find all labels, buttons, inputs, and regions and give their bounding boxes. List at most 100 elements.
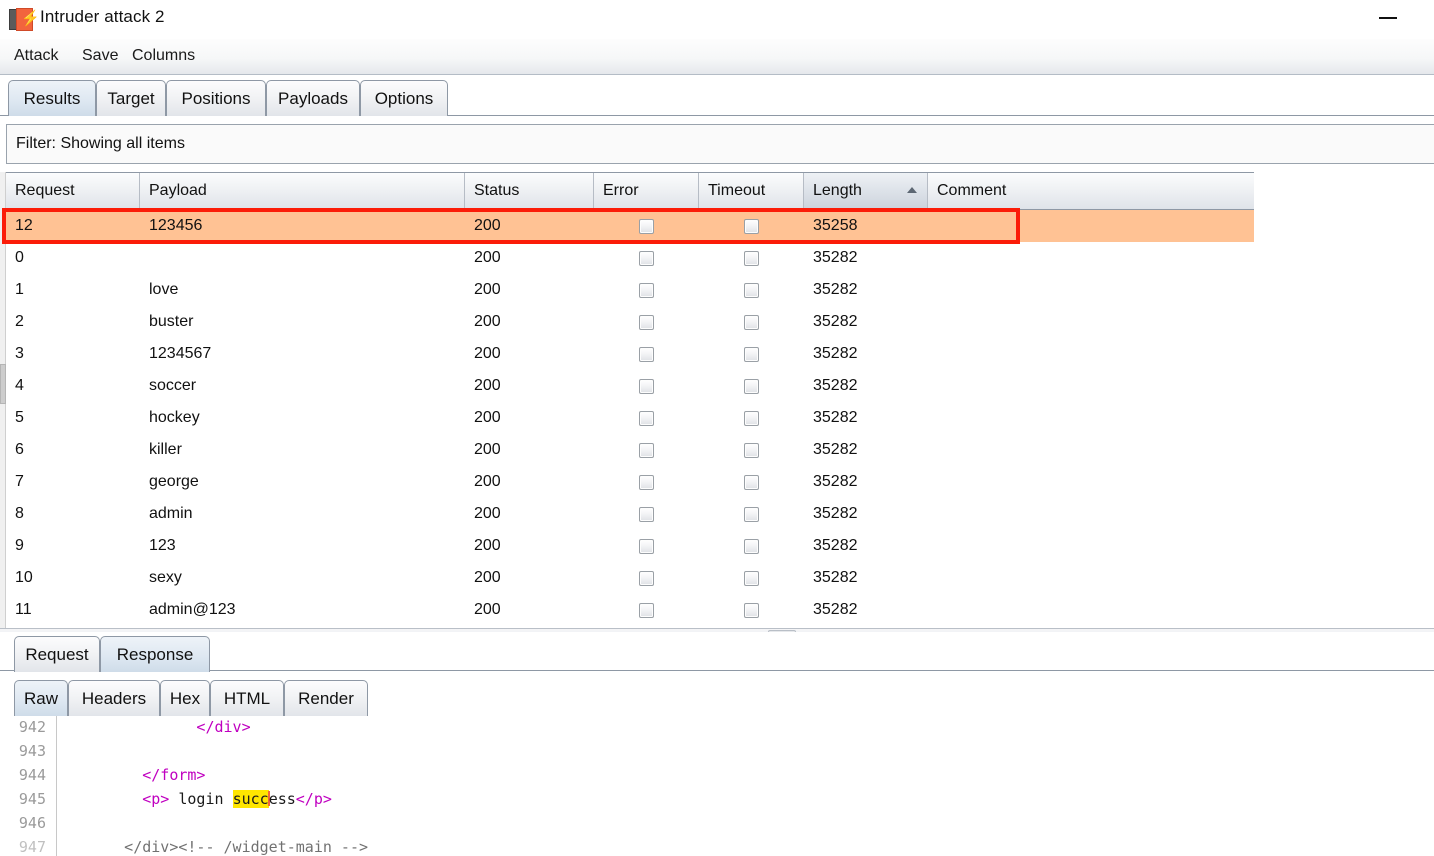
cell-timeout-checkbox[interactable]: [699, 274, 804, 306]
tab-options[interactable]: Options: [360, 80, 448, 116]
checkbox-icon[interactable]: [744, 250, 759, 266]
cell-timeout-checkbox[interactable]: [699, 242, 804, 274]
cell-error-checkbox[interactable]: [594, 274, 699, 306]
column-header-timeout[interactable]: Timeout: [699, 173, 804, 209]
cell-timeout-checkbox[interactable]: [699, 370, 804, 402]
checkbox-icon[interactable]: [744, 570, 759, 586]
tab-hex[interactable]: Hex: [160, 680, 210, 716]
checkbox-icon[interactable]: [744, 282, 759, 298]
tab-render[interactable]: Render: [284, 680, 368, 716]
cell-error-checkbox[interactable]: [594, 402, 699, 434]
checkbox-icon[interactable]: [639, 314, 654, 330]
cell-error-checkbox[interactable]: [594, 210, 699, 242]
filter-bar[interactable]: Filter: Showing all items: [6, 124, 1434, 164]
table-row[interactable]: 2 buster 200 35282: [6, 306, 1254, 338]
cell-status: 200: [474, 281, 501, 298]
cell-error-checkbox[interactable]: [594, 370, 699, 402]
cell-error-checkbox[interactable]: [594, 434, 699, 466]
table-row[interactable]: 6 killer 200 35282: [6, 434, 1254, 466]
checkbox-icon[interactable]: [639, 250, 654, 266]
tab-headers[interactable]: Headers: [68, 680, 160, 716]
cell-error-checkbox[interactable]: [594, 594, 699, 626]
checkbox-icon[interactable]: [639, 346, 654, 362]
checkbox-icon[interactable]: [639, 602, 654, 618]
cell-status: 200: [474, 473, 501, 490]
cell-timeout-checkbox[interactable]: [699, 434, 804, 466]
table-row[interactable]: 5 hockey 200 35282: [6, 402, 1254, 434]
checkbox-icon[interactable]: [639, 570, 654, 586]
checkbox-icon[interactable]: [744, 218, 759, 234]
checkbox-icon[interactable]: [639, 378, 654, 394]
checkbox-icon[interactable]: [744, 410, 759, 426]
cell-timeout-checkbox[interactable]: [699, 498, 804, 530]
table-row[interactable]: 7 george 200 35282: [6, 466, 1254, 498]
tab-target[interactable]: Target: [96, 80, 166, 116]
checkbox-icon[interactable]: [639, 474, 654, 490]
cell-status: 200: [474, 409, 501, 426]
menu-item-columns[interactable]: Columns: [128, 46, 199, 66]
checkbox-icon[interactable]: [744, 378, 759, 394]
cell-error-checkbox[interactable]: [594, 242, 699, 274]
checkbox-icon[interactable]: [744, 314, 759, 330]
cell-timeout-checkbox[interactable]: [699, 466, 804, 498]
tab-results[interactable]: Results: [8, 80, 96, 116]
checkbox-icon[interactable]: [639, 410, 654, 426]
checkbox-icon[interactable]: [744, 346, 759, 362]
checkbox-icon[interactable]: [639, 538, 654, 554]
cell-error-checkbox[interactable]: [594, 338, 699, 370]
cell-comment: [937, 562, 1254, 594]
title-bar: ⚡ Intruder attack 2: [0, 0, 1434, 39]
table-row[interactable]: 10 sexy 200 35282: [6, 562, 1254, 594]
column-header-status[interactable]: Status: [465, 173, 594, 209]
tab-payloads[interactable]: Payloads: [266, 80, 360, 116]
tab-html[interactable]: HTML: [210, 680, 284, 716]
table-row[interactable]: 12 123456 200 35258: [6, 210, 1254, 242]
tab-response[interactable]: Response: [100, 636, 210, 672]
cell-length: 35282: [813, 345, 858, 362]
checkbox-icon[interactable]: [744, 474, 759, 490]
checkbox-icon[interactable]: [744, 602, 759, 618]
cell-error-checkbox[interactable]: [594, 498, 699, 530]
checkbox-icon[interactable]: [639, 506, 654, 522]
cell-timeout-checkbox[interactable]: [699, 402, 804, 434]
column-header-error[interactable]: Error: [594, 173, 699, 209]
column-header-length[interactable]: Length: [804, 173, 928, 209]
table-row[interactable]: 0 200 35282: [6, 242, 1254, 274]
menu-item-save[interactable]: Save: [78, 46, 122, 66]
cell-error-checkbox[interactable]: [594, 530, 699, 562]
checkbox-icon[interactable]: [639, 442, 654, 458]
checkbox-icon[interactable]: [639, 218, 654, 234]
tab-request[interactable]: Request: [14, 636, 100, 672]
column-header-comment[interactable]: Comment: [928, 173, 1254, 209]
cell-error-checkbox[interactable]: [594, 562, 699, 594]
response-body-viewer[interactable]: 942 </div> 943 944 </form> 945 <p> login su…: [0, 714, 1434, 856]
checkbox-icon[interactable]: [744, 506, 759, 522]
cell-payload: soccer: [149, 377, 197, 394]
table-row[interactable]: 1 love 200 35282: [6, 274, 1254, 306]
table-row[interactable]: 4 soccer 200 35282: [6, 370, 1254, 402]
cell-error-checkbox[interactable]: [594, 466, 699, 498]
checkbox-icon[interactable]: [744, 442, 759, 458]
cell-timeout-checkbox[interactable]: [699, 210, 804, 242]
table-row[interactable]: 11 admin@123 200 35282: [6, 594, 1254, 626]
table-row[interactable]: 8 admin 200 35282: [6, 498, 1254, 530]
tab-positions[interactable]: Positions: [166, 80, 266, 116]
cell-timeout-checkbox[interactable]: [699, 594, 804, 626]
cell-timeout-checkbox[interactable]: [699, 562, 804, 594]
column-header-payload[interactable]: Payload: [140, 173, 465, 209]
column-header-request[interactable]: Request: [6, 173, 140, 209]
menu-item-attack[interactable]: Attack: [10, 46, 62, 66]
tab-raw[interactable]: Raw: [14, 680, 68, 716]
minimize-button[interactable]: [1379, 9, 1401, 29]
cell-timeout-checkbox[interactable]: [699, 338, 804, 370]
cell-length: 35282: [813, 249, 858, 266]
cell-timeout-checkbox[interactable]: [699, 306, 804, 338]
cell-timeout-checkbox[interactable]: [699, 530, 804, 562]
table-row[interactable]: 9 123 200 35282: [6, 530, 1254, 562]
checkbox-icon[interactable]: [744, 538, 759, 554]
cell-error-checkbox[interactable]: [594, 306, 699, 338]
table-row[interactable]: 3 1234567 200 35282: [6, 338, 1254, 370]
checkbox-icon[interactable]: [639, 282, 654, 298]
cell-status: 200: [474, 537, 501, 554]
line-text: </div>: [70, 718, 251, 736]
